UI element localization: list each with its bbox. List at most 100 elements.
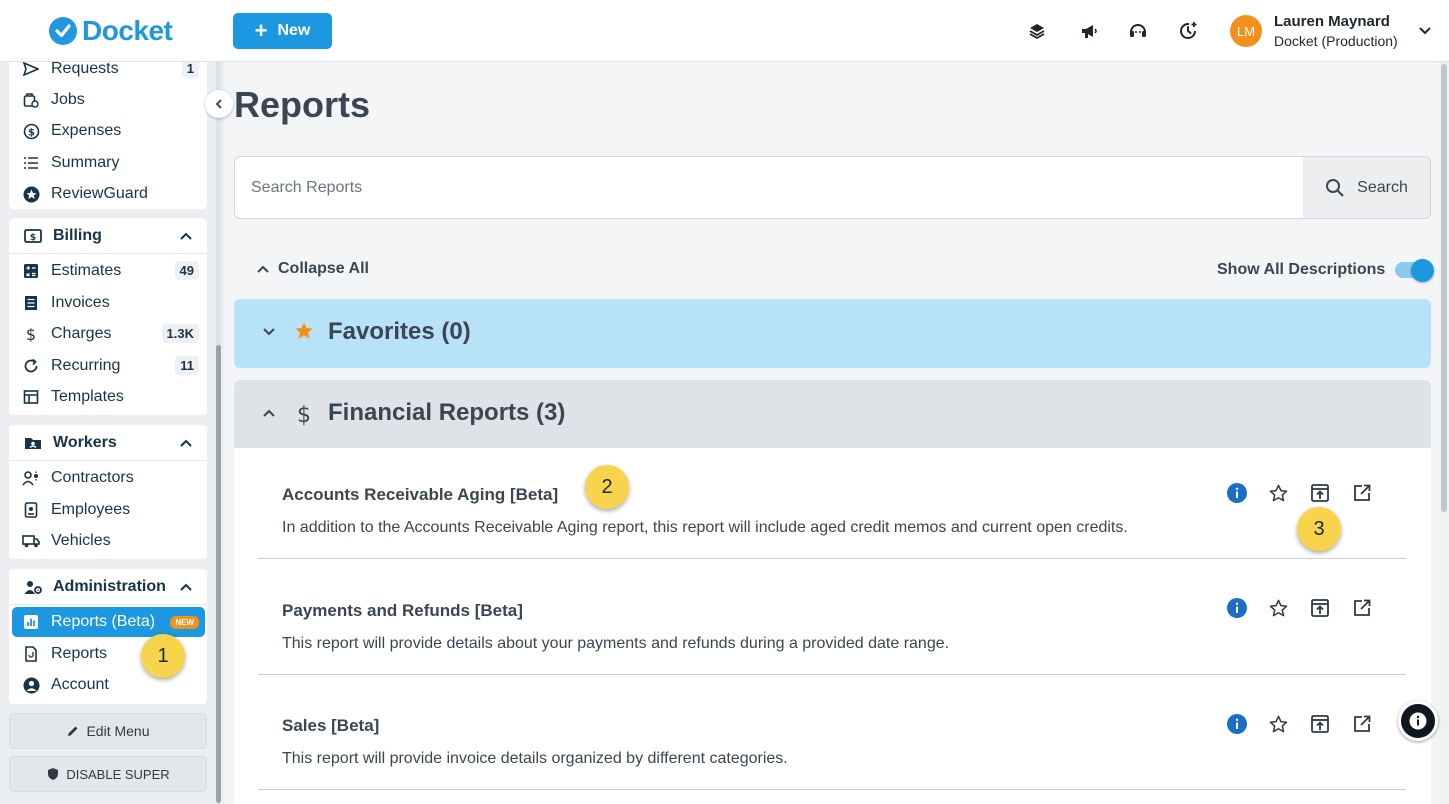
- info-icon: [1409, 712, 1427, 730]
- step-marker: 2: [585, 465, 629, 509]
- sidebar-item-employees[interactable]: Employees: [9, 495, 207, 525]
- sidebar-item-charges[interactable]: $ Charges 1.3K: [9, 319, 207, 349]
- avatar[interactable]: LM: [1230, 15, 1262, 47]
- calculator-icon: [22, 262, 40, 280]
- sidebar-item-label: Expenses: [51, 122, 122, 139]
- invoice-icon: [22, 294, 40, 312]
- step-marker: 1: [141, 634, 185, 678]
- sidebar-item-reviewguard[interactable]: ReviewGuard: [9, 179, 207, 209]
- sidebar: Requests 1 Jobs $ Expenses Summary Revie…: [0, 62, 224, 804]
- user-name[interactable]: Lauren Maynard: [1274, 13, 1390, 30]
- count-badge: 1: [181, 62, 199, 78]
- collapse-all-button[interactable]: Collapse All: [256, 260, 369, 278]
- collapse-sidebar-button[interactable]: [205, 90, 233, 118]
- sidebar-item-recurring[interactable]: Recurring 11: [9, 351, 207, 381]
- sidebar-item-label: Charges: [51, 325, 112, 342]
- star-outline-icon[interactable]: [1267, 713, 1289, 735]
- sidebar-item-account[interactable]: Account: [9, 670, 207, 700]
- main-scrollbar-thumb[interactable]: [1441, 64, 1447, 512]
- billing-icon: $: [23, 226, 43, 246]
- disable-super-button[interactable]: DISABLE SUPER: [9, 756, 207, 792]
- chevron-left-icon: [215, 99, 222, 109]
- divider: [258, 789, 1406, 790]
- new-button[interactable]: + New: [233, 13, 332, 49]
- report-title[interactable]: Payments and Refunds [Beta]: [282, 601, 523, 621]
- bar-chart-icon: [22, 613, 40, 631]
- divider: [258, 674, 1406, 675]
- star-circle-icon: [22, 185, 40, 203]
- step-marker: 3: [1297, 507, 1341, 551]
- dollar-circle-icon: $: [22, 122, 40, 140]
- shield-icon: [48, 768, 59, 780]
- external-link-icon[interactable]: [1351, 482, 1373, 504]
- info-icon[interactable]: [1226, 597, 1248, 619]
- sidebar-header-administration[interactable]: Administration: [9, 569, 207, 605]
- search-button[interactable]: Search: [1303, 157, 1430, 218]
- edit-menu-button[interactable]: Edit Menu: [9, 713, 207, 749]
- sidebar-item-label: Vehicles: [51, 532, 111, 549]
- financial-reports-list: Accounts Receivable Aging [Beta] In addi…: [234, 448, 1431, 804]
- chevron-up-icon: [263, 409, 275, 417]
- chevron-up-icon[interactable]: [179, 436, 193, 450]
- external-link-icon[interactable]: [1351, 713, 1373, 735]
- open-in-tab-icon[interactable]: [1309, 597, 1331, 619]
- sidebar-scrollbar-thumb[interactable]: [216, 345, 221, 803]
- info-icon[interactable]: [1226, 482, 1248, 504]
- sidebar-item-estimates[interactable]: Estimates 49: [9, 256, 207, 286]
- pencil-icon: [68, 726, 78, 736]
- sidebar-item-jobs[interactable]: Jobs: [9, 85, 207, 115]
- sidebar-item-templates[interactable]: Templates: [9, 382, 207, 412]
- sidebar-item-vehicles[interactable]: Vehicles: [9, 526, 207, 556]
- top-bar: Docket + New LM Lauren Maynard Docket (P…: [0, 0, 1449, 62]
- sidebar-item-contractors[interactable]: Contractors: [9, 463, 207, 493]
- sidebar-item-label: ReviewGuard: [51, 185, 148, 202]
- help-button[interactable]: [1398, 701, 1438, 741]
- sidebar-item-expenses[interactable]: $ Expenses: [9, 116, 207, 146]
- docket-logo[interactable]: Docket: [48, 14, 173, 48]
- sidebar-item-summary[interactable]: Summary: [9, 148, 207, 178]
- sidebar-header-label: Billing: [53, 226, 102, 244]
- external-link-icon[interactable]: [1351, 597, 1373, 619]
- user-org[interactable]: Docket (Production): [1274, 33, 1398, 49]
- folder-user-icon: [23, 433, 43, 453]
- clock-plus-icon[interactable]: [1176, 19, 1200, 43]
- edit-menu-label: Edit Menu: [86, 723, 150, 739]
- report-title[interactable]: Accounts Receivable Aging [Beta]: [282, 485, 558, 505]
- star-outline-icon[interactable]: [1267, 482, 1289, 504]
- count-badge: 1.3K: [161, 324, 199, 343]
- sidebar-header-workers[interactable]: Workers: [9, 425, 207, 461]
- info-icon[interactable]: [1226, 713, 1248, 735]
- group-financial-reports[interactable]: $ Financial Reports (3): [234, 380, 1431, 448]
- chevron-down-icon[interactable]: [1418, 24, 1432, 38]
- group-title: Financial Reports (3): [328, 399, 566, 426]
- star-outline-icon[interactable]: [1267, 597, 1289, 619]
- group-title: Favorites (0): [328, 318, 471, 345]
- headset-icon[interactable]: [1126, 19, 1150, 43]
- sidebar-item-reports-beta[interactable]: Reports (Beta) NEW: [12, 607, 205, 637]
- chevron-down-icon: [263, 328, 275, 336]
- svg-text:$: $: [30, 233, 36, 243]
- report-title[interactable]: Sales [Beta]: [282, 716, 379, 736]
- search-icon: [1326, 178, 1344, 197]
- sidebar-item-invoices[interactable]: Invoices: [9, 288, 207, 318]
- count-badge: 49: [174, 261, 199, 280]
- chevron-up-icon[interactable]: [179, 229, 193, 243]
- file-icon: [22, 645, 40, 663]
- sidebar-header-label: Workers: [53, 433, 117, 451]
- search-input[interactable]: [235, 157, 1303, 218]
- toggle-knob[interactable]: [1411, 259, 1434, 282]
- id-badge-icon: [22, 501, 40, 519]
- sidebar-item-label: Jobs: [51, 91, 85, 108]
- chevron-up-icon[interactable]: [179, 580, 193, 594]
- user-gear-icon: [23, 577, 43, 597]
- account-icon: [22, 676, 40, 694]
- logo-text: Docket: [82, 15, 173, 46]
- sidebar-item-requests[interactable]: Requests 1: [9, 62, 207, 84]
- open-in-tab-icon[interactable]: [1309, 482, 1331, 504]
- open-in-tab-icon[interactable]: [1309, 713, 1331, 735]
- megaphone-icon[interactable]: [1077, 19, 1101, 43]
- sidebar-header-billing[interactable]: $ Billing: [9, 218, 207, 254]
- report-description: This report will provide invoice details…: [282, 750, 788, 767]
- group-favorites[interactable]: Favorites (0): [234, 299, 1431, 368]
- layers-icon[interactable]: [1025, 19, 1049, 43]
